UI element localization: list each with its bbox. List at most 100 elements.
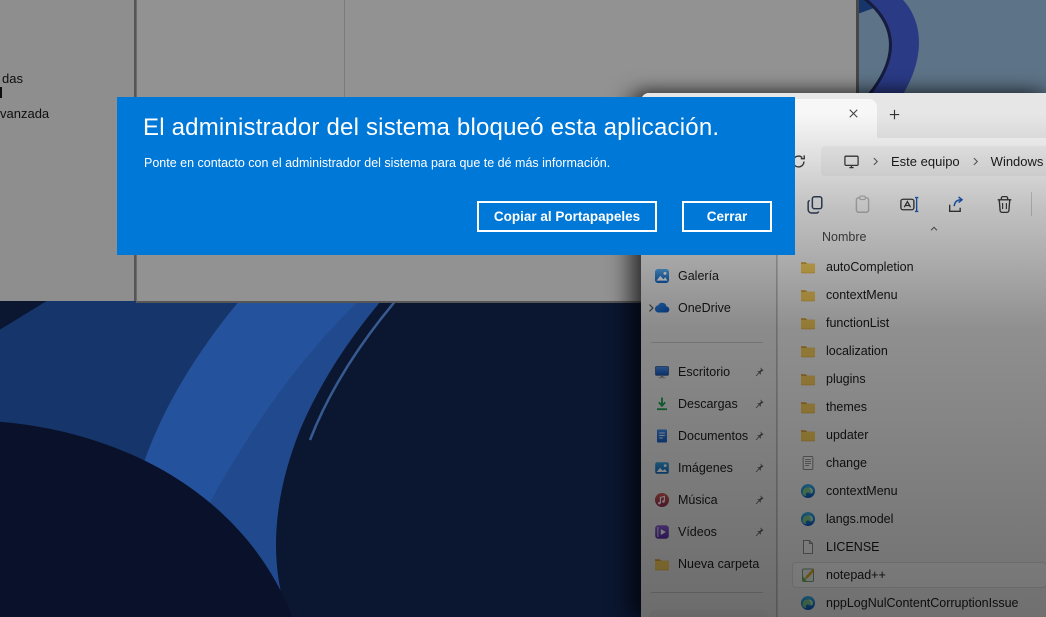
pin-icon (753, 462, 765, 474)
sidebar-item-onedrive[interactable]: OneDrive (649, 294, 769, 322)
screen: das vanzada (0, 0, 1046, 617)
sidebar-item-label: OneDrive (678, 301, 769, 315)
desktop-icon (654, 364, 670, 380)
sidebar-item-label: Música (678, 493, 753, 507)
file-row-contextmenu[interactable]: contextMenu (792, 282, 1046, 308)
text-fragment-bar (0, 87, 2, 98)
sidebar-item-im-genes[interactable]: Imágenes (649, 454, 769, 482)
file-name: contextMenu (826, 484, 898, 498)
pin-icon (753, 494, 765, 506)
breadcrumb-item-drive[interactable]: Windows (991, 154, 1044, 169)
sidebar-item-label: Descargas (678, 397, 753, 411)
file-row-contextmenu[interactable]: contextMenu (792, 478, 1046, 504)
textfile-icon (800, 455, 816, 471)
file-icon (800, 539, 816, 555)
pictures-icon (654, 460, 670, 476)
file-name: notepad++ (826, 568, 886, 582)
sidebar-separator (651, 592, 763, 593)
sidebar-item-label: Escritorio (678, 365, 753, 379)
downloads-icon (654, 396, 670, 412)
toolbar-divider (1031, 192, 1032, 216)
sidebar-item-escritorio[interactable]: Escritorio (649, 358, 769, 386)
sort-ascending-icon (928, 224, 940, 234)
folder-icon (800, 427, 816, 443)
documents-icon (654, 428, 670, 444)
pin-icon (753, 398, 765, 410)
file-row-langs-model[interactable]: langs.model (792, 506, 1046, 532)
file-name: langs.model (826, 512, 893, 526)
explorer-content: Galería OneDrive Escritorio Descargas Docume… (641, 224, 1046, 617)
file-name: autoCompletion (826, 260, 914, 274)
file-row-plugins[interactable]: plugins (792, 366, 1046, 392)
copy-icon[interactable] (804, 193, 826, 215)
folder-icon (800, 315, 816, 331)
file-row-functionlist[interactable]: functionList (792, 310, 1046, 336)
dialog-buttons: Copiar al Portapapeles Cerrar (117, 201, 795, 232)
videos-icon (654, 524, 670, 540)
folder-icon (800, 287, 816, 303)
npp-icon (800, 567, 816, 583)
folder-icon (800, 399, 816, 415)
sidebar-item-label: Nueva carpeta (678, 557, 769, 571)
delete-icon[interactable] (993, 193, 1015, 215)
sidebar-item-label: Galería (678, 269, 769, 283)
sidebar-item-descargas[interactable]: Descargas (649, 390, 769, 418)
sidebar-item-label: Documentos (678, 429, 753, 443)
sidebar-item-galer-a[interactable]: Galería (649, 262, 769, 290)
text-fragment: das (2, 71, 23, 86)
sidebar-item-m-sica[interactable]: Música (649, 486, 769, 514)
close-button[interactable]: Cerrar (682, 201, 772, 232)
tab-close-icon[interactable] (845, 105, 861, 121)
file-name: change (826, 456, 867, 470)
dialog-title: El administrador del sistema bloqueó est… (143, 114, 719, 142)
file-list-pane: Nombre autoCompletion contextMenu function… (778, 224, 1046, 617)
chevron-right-icon (869, 155, 882, 168)
pin-icon (753, 430, 765, 442)
sidebar-item-v-deos[interactable]: Vídeos (649, 518, 769, 546)
file-row-change[interactable]: change (792, 450, 1046, 476)
file-name: themes (826, 400, 867, 414)
file-row-license[interactable]: LICENSE (792, 534, 1046, 560)
file-name: localization (826, 344, 888, 358)
sidebar-item-label: Vídeos (678, 525, 753, 539)
navigation-sidebar: Galería OneDrive Escritorio Descargas Docume… (641, 224, 776, 617)
breadcrumb: Este equipo Windows (821, 146, 1046, 176)
file-row-localization[interactable]: localization (792, 338, 1046, 364)
file-name: contextMenu (826, 288, 898, 302)
file-name: functionList (826, 316, 889, 330)
this-pc-icon (843, 153, 860, 170)
new-tab-icon[interactable] (886, 106, 902, 122)
pin-icon (753, 526, 765, 538)
folder-icon (800, 259, 816, 275)
dialog-subtitle: Ponte en contacto con el administrador d… (144, 156, 610, 170)
file-row-notepad[interactable]: notepad++ (792, 562, 1046, 588)
share-icon[interactable] (945, 193, 967, 215)
background-window-left: das vanzada (0, 0, 136, 301)
edge-icon (800, 483, 816, 499)
folder-icon (800, 343, 816, 359)
window-panel-divider (344, 0, 345, 97)
column-header-name[interactable]: Nombre (822, 230, 866, 244)
smartscreen-dialog: El administrador del sistema bloqueó est… (117, 97, 795, 255)
breadcrumb-item-this-pc[interactable]: Este equipo (891, 154, 960, 169)
copy-to-clipboard-button[interactable]: Copiar al Portapapeles (477, 201, 657, 232)
sidebar-item-documentos[interactable]: Documentos (649, 422, 769, 450)
file-name: updater (826, 428, 868, 442)
gallery-icon (654, 268, 670, 284)
folder-icon (654, 556, 670, 572)
file-row-updater[interactable]: updater (792, 422, 1046, 448)
file-row-autocompletion[interactable]: autoCompletion (792, 254, 1046, 280)
pin-icon (753, 366, 765, 378)
sidebar-separator (651, 342, 763, 343)
chevron-right-icon (969, 155, 982, 168)
expand-chevron-icon[interactable] (645, 302, 657, 314)
file-name: LICENSE (826, 540, 880, 554)
rename-icon[interactable] (898, 193, 920, 215)
text-fragment: vanzada (0, 106, 49, 121)
file-row-themes[interactable]: themes (792, 394, 1046, 420)
file-row-npplognulcontentcorruptionissue[interactable]: nppLogNulContentCorruptionIssue (792, 590, 1046, 616)
paste-icon[interactable] (851, 193, 873, 215)
sidebar-item-nueva-carpeta[interactable]: Nueva carpeta (649, 550, 769, 578)
sidebar-item-partial[interactable] (649, 610, 769, 617)
edge-icon (800, 511, 816, 527)
